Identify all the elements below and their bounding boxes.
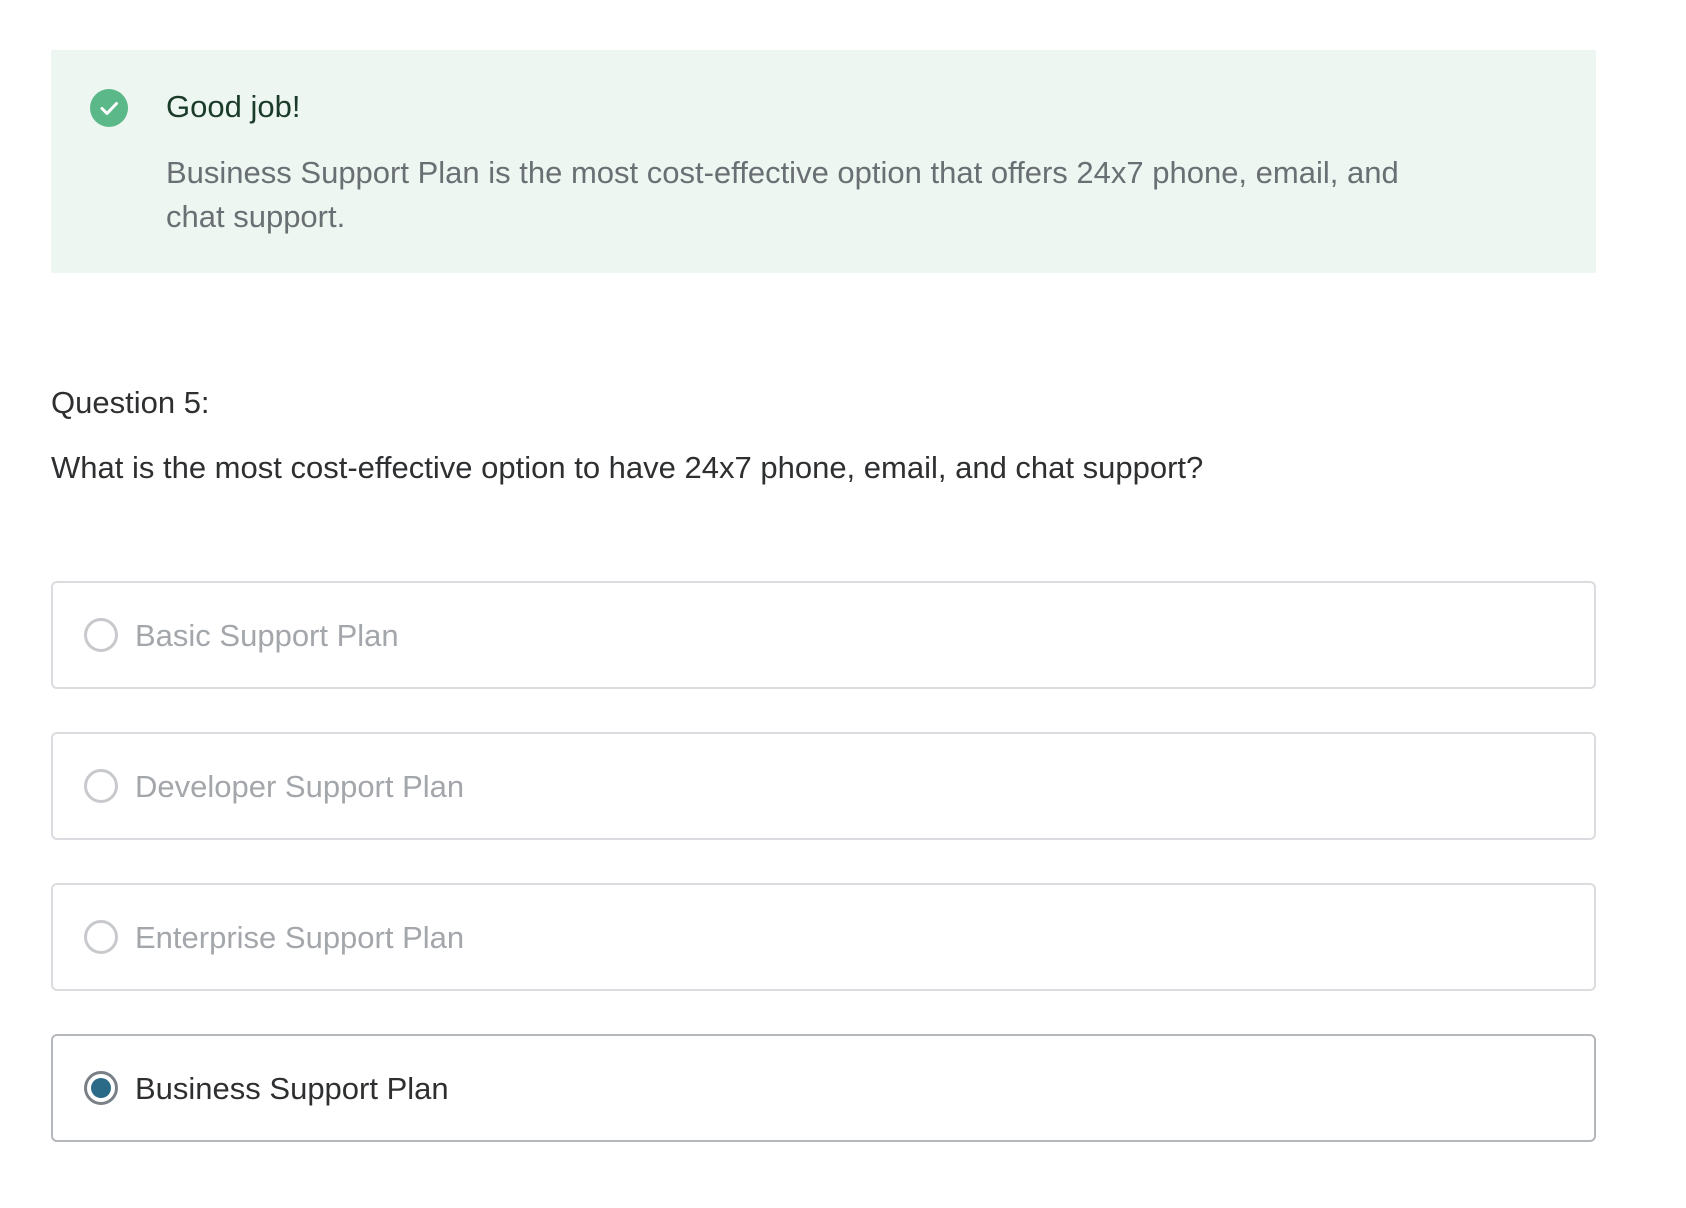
radio-button-selected[interactable] — [84, 1071, 118, 1105]
question-number: Question 5: — [51, 385, 210, 420]
answer-option-label: Developer Support Plan — [135, 769, 465, 804]
answer-option-enterprise[interactable]: Enterprise Support Plan — [51, 883, 1596, 991]
radio-selected-dot — [91, 1078, 111, 1098]
feedback-title: Good job! — [166, 89, 301, 124]
feedback-panel: Good job! Business Support Plan is the m… — [51, 50, 1596, 273]
answer-option-business[interactable]: Business Support Plan — [51, 1034, 1596, 1142]
check-circle-icon — [90, 89, 128, 127]
answer-option-label: Business Support Plan — [135, 1071, 449, 1106]
feedback-explanation: Business Support Plan is the most cost-e… — [166, 155, 1399, 234]
answer-option-label: Basic Support Plan — [135, 618, 399, 653]
radio-button[interactable] — [84, 920, 118, 954]
answer-option-label: Enterprise Support Plan — [135, 920, 465, 955]
question-text: What is the most cost-effective option t… — [51, 450, 1204, 485]
radio-button[interactable] — [84, 618, 118, 652]
radio-button[interactable] — [84, 769, 118, 803]
answer-option-basic[interactable]: Basic Support Plan — [51, 581, 1596, 689]
answer-option-developer[interactable]: Developer Support Plan — [51, 732, 1596, 840]
